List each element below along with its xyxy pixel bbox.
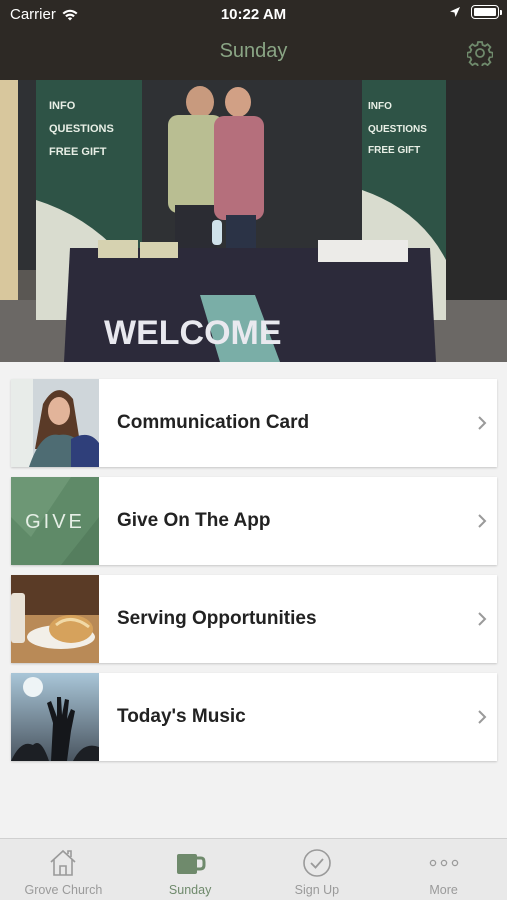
banner-left-line-3: FREE GIFT bbox=[49, 146, 107, 158]
gear-icon[interactable] bbox=[467, 40, 493, 66]
chevron-right-icon bbox=[467, 415, 497, 431]
tab-sunday[interactable]: Sunday bbox=[127, 839, 254, 900]
list-item-label: Communication Card bbox=[117, 412, 310, 433]
table-welcome-text: WELCOME bbox=[104, 314, 282, 352]
navigation-bar: Carrier 10:22 AM Sunday bbox=[0, 0, 507, 80]
list-item-give[interactable]: GIVE Give On The App bbox=[11, 477, 497, 565]
list-item-serving-opportunities[interactable]: Serving Opportunities bbox=[11, 575, 497, 663]
tab-label: Sign Up bbox=[294, 883, 340, 897]
banner-right-line-2: QUESTIONS bbox=[368, 124, 427, 135]
banner-left-line-2: QUESTIONS bbox=[49, 123, 114, 135]
more-dots-icon bbox=[429, 859, 458, 867]
status-bar: Carrier 10:22 AM bbox=[0, 0, 507, 28]
chevron-right-icon bbox=[467, 709, 497, 725]
give-thumbnail-text: GIVE bbox=[25, 511, 85, 533]
list-item-communication-card[interactable]: Communication Card bbox=[11, 379, 497, 467]
woman-photo-thumbnail bbox=[11, 379, 99, 467]
status-time: 10:22 AM bbox=[220, 6, 287, 23]
battery-icon bbox=[471, 5, 502, 19]
tab-label: Sunday bbox=[168, 883, 212, 897]
check-circle-icon bbox=[303, 849, 331, 877]
hero-photo: INFO QUESTIONS FREE GIFT INFO QUESTIONS … bbox=[0, 80, 507, 362]
tab-label: More bbox=[429, 883, 458, 897]
list-item-label: Serving Opportunities bbox=[117, 608, 317, 629]
home-icon bbox=[50, 849, 76, 876]
tab-bar: Grove Church Sunday Sign Up More bbox=[0, 838, 507, 900]
tab-sign-up[interactable]: Sign Up bbox=[254, 839, 381, 900]
status-right bbox=[449, 5, 502, 19]
give-thumbnail: GIVE bbox=[11, 477, 99, 565]
tab-label: Grove Church bbox=[24, 883, 103, 897]
worship-photo-thumbnail bbox=[11, 673, 99, 761]
banner-right-line-3: FREE GIFT bbox=[368, 145, 420, 156]
sunday-menu-list: Communication Card GIVE Give On The App bbox=[11, 379, 497, 771]
mug-icon bbox=[177, 854, 206, 874]
tab-more[interactable]: More bbox=[380, 839, 507, 900]
chevron-right-icon bbox=[467, 513, 497, 529]
tab-grove-church[interactable]: Grove Church bbox=[0, 839, 127, 900]
location-arrow-icon bbox=[450, 7, 460, 17]
welcome-booth-photo: INFO QUESTIONS FREE GIFT INFO QUESTIONS … bbox=[0, 80, 507, 362]
list-item-todays-music[interactable]: Today's Music bbox=[11, 673, 497, 761]
bread-photo-thumbnail bbox=[11, 575, 99, 663]
page-title: Sunday bbox=[219, 40, 288, 62]
chevron-right-icon bbox=[467, 611, 497, 627]
list-item-label: Today's Music bbox=[117, 706, 246, 727]
list-item-label: Give On The App bbox=[117, 510, 271, 531]
banner-left-line-1: INFO bbox=[49, 100, 76, 112]
banner-right-line-1: INFO bbox=[368, 101, 392, 112]
